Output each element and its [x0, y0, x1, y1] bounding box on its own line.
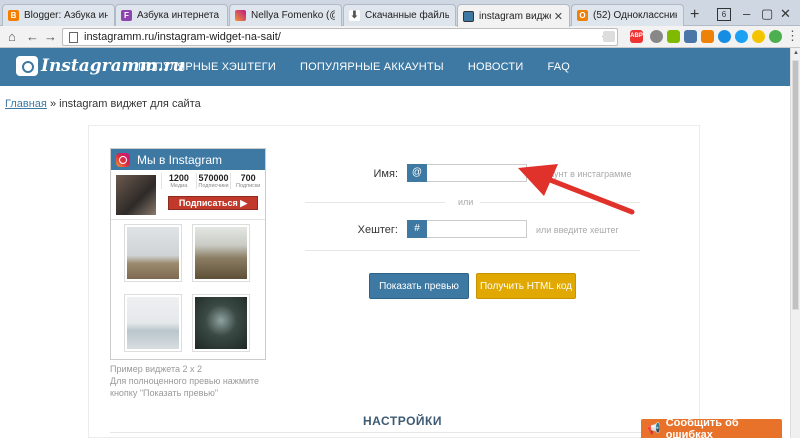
red-arrow-annotation: [518, 164, 635, 215]
stat-following: 700 Подписки: [230, 173, 265, 189]
nav-faq[interactable]: FAQ: [535, 48, 582, 86]
report-errors-label: Сообщить об ошибках: [665, 416, 739, 438]
arrow-shaft: [537, 173, 635, 215]
breadcrumb-home-link[interactable]: Главная: [5, 98, 47, 110]
hash-icon: #: [407, 220, 427, 238]
blog-icon: F: [121, 10, 132, 21]
divider-left: [305, 202, 445, 203]
hashtag-input[interactable]: [427, 220, 527, 238]
browser-tab-instagramm-ru[interactable]: instagram виджет для с... ✕: [457, 4, 570, 27]
widget-header: Мы в Instagram: [111, 149, 265, 170]
scrollbar-thumb[interactable]: [792, 60, 799, 310]
main-nav: ПОПУЛЯРНЫЕ ХЭШТЕГИ ПОПУЛЯРНЫЕ АККАУНТЫ Н…: [126, 48, 582, 86]
scroll-up-icon[interactable]: ▲: [793, 50, 799, 56]
or-text: или: [458, 197, 474, 207]
extension-clock-icon[interactable]: [650, 30, 663, 43]
close-tab-icon[interactable]: ✕: [554, 10, 563, 23]
photo-thumbnail-tree[interactable]: [124, 224, 182, 282]
name-label: Имя:: [373, 168, 398, 180]
at-sign-icon: @: [407, 164, 427, 182]
browser-toolbar: ⌂ ← → instagramm.ru/instagram-widget-na-…: [0, 26, 800, 48]
tab-count-badge[interactable]: 6: [717, 8, 731, 21]
photo-thumbnail-car[interactable]: [192, 294, 250, 352]
widget-caption: Пример виджета 2 x 2 Для полноценного пр…: [110, 364, 260, 398]
page-info-icon[interactable]: [69, 31, 78, 43]
extension-dots-icon[interactable]: [667, 30, 680, 43]
home-icon[interactable]: ⌂: [8, 29, 16, 44]
widget-title: Мы в Instagram: [137, 152, 223, 167]
nav-popular-hashtags[interactable]: ПОПУЛЯРНЫЕ ХЭШТЕГИ: [126, 48, 288, 86]
odnoklassniki-icon: О: [577, 10, 588, 21]
address-bar[interactable]: instagramm.ru/instagram-widget-na-sait/ …: [62, 28, 618, 46]
mail-icon[interactable]: [718, 30, 731, 43]
stat-media: 1200 Медиа: [161, 173, 196, 189]
camera-logo-icon: [16, 56, 38, 76]
instagram-icon: [235, 10, 246, 21]
photo-thumbnail-hills[interactable]: [192, 224, 250, 282]
subscribe-button[interactable]: Подписаться ▶: [168, 196, 258, 210]
extension-green-icon[interactable]: [769, 30, 782, 43]
back-icon[interactable]: ←: [26, 29, 39, 44]
blogger-icon: B: [8, 10, 19, 21]
breadcrumb-separator: »: [49, 98, 57, 110]
forward-icon[interactable]: →: [44, 29, 57, 44]
instagramm-ru-icon: [463, 10, 474, 22]
close-window-icon[interactable]: ✕: [780, 6, 791, 22]
photo-thumbnail-lake[interactable]: [124, 294, 182, 352]
browser-tab-nellya[interactable]: Nellya Fomenko (@yallen...: [229, 4, 342, 26]
megaphone-icon: 📢: [647, 423, 661, 435]
instagram-icon: [116, 152, 130, 167]
breadcrumb: Главная » instagram виджет для сайта: [5, 98, 201, 110]
url-text: instagramm.ru/instagram-widget-na-sait/: [84, 31, 281, 43]
form-divider: [305, 250, 640, 251]
browser-tab-azbuka[interactable]: F Азбука интернета: [115, 4, 228, 26]
hashtag-hint: или введите хештег: [536, 225, 619, 235]
instagram-widget-preview: Мы в Instagram 1200 Медиа 570000 Подписч…: [110, 148, 266, 360]
report-errors-button[interactable]: 📢 Сообщить об ошибках: [641, 416, 782, 438]
browser-tab-blogger[interactable]: B Blogger: Азбука интернета: [2, 4, 115, 26]
page-scrollbar[interactable]: ▲: [790, 48, 800, 438]
extension-yellow-icon[interactable]: [752, 30, 765, 43]
settings-heading: НАСТРОЙКИ: [363, 414, 442, 428]
vk-icon[interactable]: [684, 30, 697, 43]
twitter-icon[interactable]: [735, 30, 748, 43]
ok-icon[interactable]: [701, 30, 714, 43]
stat-followers: 570000 Подписчики: [195, 173, 231, 189]
settings-divider: [110, 432, 690, 433]
nav-popular-accounts[interactable]: ПОПУЛЯРНЫЕ АККАУНТЫ: [288, 48, 456, 86]
nav-news[interactable]: НОВОСТИ: [456, 48, 536, 86]
browser-tab-strip: B Blogger: Азбука интернета F Азбука инт…: [0, 0, 800, 27]
menu-icon[interactable]: ⋮: [786, 28, 799, 44]
show-preview-button[interactable]: Показать превью: [369, 273, 469, 299]
avatar: [116, 175, 156, 215]
browser-tab-odnoklassniki[interactable]: О (52) Одноклассники: [571, 4, 684, 26]
hashtag-label: Хештег:: [357, 224, 398, 236]
maximize-icon[interactable]: ▢: [761, 6, 773, 22]
adblock-icon[interactable]: ABP: [630, 30, 643, 43]
widget-profile: 1200 Медиа 570000 Подписчики 700 Подписк…: [111, 170, 265, 220]
new-tab-button[interactable]: +: [690, 6, 699, 24]
hashtag-input-group: #: [407, 220, 527, 238]
download-icon: ⬇: [349, 10, 360, 21]
minimize-icon[interactable]: –: [743, 6, 750, 21]
get-html-code-button[interactable]: Получить HTML код: [476, 273, 576, 299]
widget-stats: 1200 Медиа 570000 Подписчики 700 Подписк…: [161, 173, 265, 189]
site-header: Instagramm.ru ПОПУЛЯРНЫЕ ХЭШТЕГИ ПОПУЛЯР…: [0, 48, 790, 86]
breadcrumb-current: instagram виджет для сайта: [59, 98, 201, 110]
translate-icon[interactable]: [603, 31, 615, 42]
browser-tab-downloads[interactable]: ⬇ Скачанные файлы: [343, 4, 456, 26]
